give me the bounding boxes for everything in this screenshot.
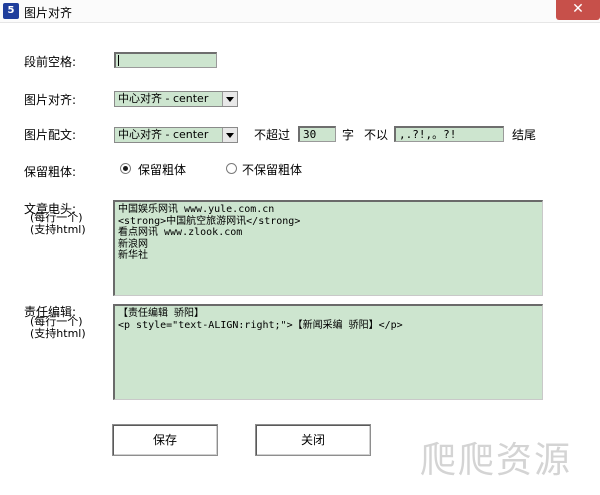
header-line: 新华社 — [118, 250, 148, 261]
caption-align-select[interactable]: 中心对齐 - center — [114, 127, 238, 143]
editor-line: 【责任编辑 骄阳】 — [118, 308, 205, 319]
watermark-logo: 爬爬资源 — [420, 440, 573, 481]
bold-keep-radio[interactable] — [120, 163, 131, 174]
header-line: 看点网讯 www.zlook.com — [118, 227, 243, 238]
chevron-down-icon[interactable] — [222, 128, 237, 142]
not-end-with-label: 不以 — [364, 128, 389, 142]
save-button[interactable]: 保存 — [112, 424, 218, 456]
radio-dot — [123, 166, 128, 171]
end-chars-value: ,.?!,。?! — [399, 128, 457, 141]
close-button[interactable]: 关闭 — [255, 424, 371, 456]
not-exceed-label: 不超过 — [254, 128, 291, 142]
bold-label: 保留粗体: — [24, 165, 77, 179]
editor-textarea[interactable]: 【责任编辑 骄阳】 <p style="text-ALIGN:right;">【… — [113, 304, 543, 400]
editor-line: <p style="text-ALIGN:right;">【新闻采编 骄阳】</… — [118, 319, 403, 331]
chevron-down-icon[interactable] — [222, 92, 237, 106]
image-align-label: 图片对齐: — [24, 93, 77, 107]
end-chars-input[interactable]: ,.?!,。?! — [394, 126, 504, 142]
bold-remove-radio[interactable] — [226, 163, 237, 174]
indent-label: 段前空格: — [24, 55, 77, 69]
close-icon: ✕ — [572, 1, 584, 17]
image-align-value: 中心对齐 - center — [118, 92, 209, 105]
header-line: <strong>中国航空旅游网讯</strong> — [118, 215, 301, 227]
header-textarea[interactable]: 中国娱乐网讯 www.yule.com.cn <strong>中国航空旅游网讯<… — [113, 200, 543, 296]
window-title: 图片对齐 — [24, 6, 73, 20]
caption-align-value: 中心对齐 - center — [118, 128, 209, 141]
max-chars-input[interactable]: 30 — [298, 126, 336, 142]
close-window-button[interactable]: ✕ — [556, 0, 600, 20]
bold-remove-label[interactable]: 不保留粗体 — [242, 161, 302, 178]
indent-input[interactable] — [114, 52, 217, 68]
dialog-window: 5 图片对齐 ✕ 段前空格: 图片对齐: 中心对齐 - center 图片配文:… — [0, 0, 600, 495]
image-align-select[interactable]: 中心对齐 - center — [114, 91, 238, 107]
editor-hint-one-per-line: (每行一个) — [30, 315, 83, 328]
text-caret — [118, 55, 119, 66]
header-hint-html: (支持html) — [30, 223, 86, 236]
ending-label: 结尾 — [512, 128, 537, 142]
editor-hint-html: (支持html) — [30, 327, 86, 340]
header-line: 中国娱乐网讯 www.yule.com.cn — [118, 204, 275, 215]
app-icon: 5 — [3, 3, 19, 19]
max-chars-value: 30 — [303, 128, 317, 141]
caption-label: 图片配文: — [24, 128, 77, 142]
bold-keep-label[interactable]: 保留粗体 — [138, 161, 186, 178]
header-line: 新浪网 — [118, 238, 148, 250]
title-bar[interactable]: 5 图片对齐 ✕ — [0, 0, 600, 23]
chars-unit-label: 字 — [342, 128, 355, 142]
header-hint-one-per-line: (每行一个) — [30, 211, 83, 224]
